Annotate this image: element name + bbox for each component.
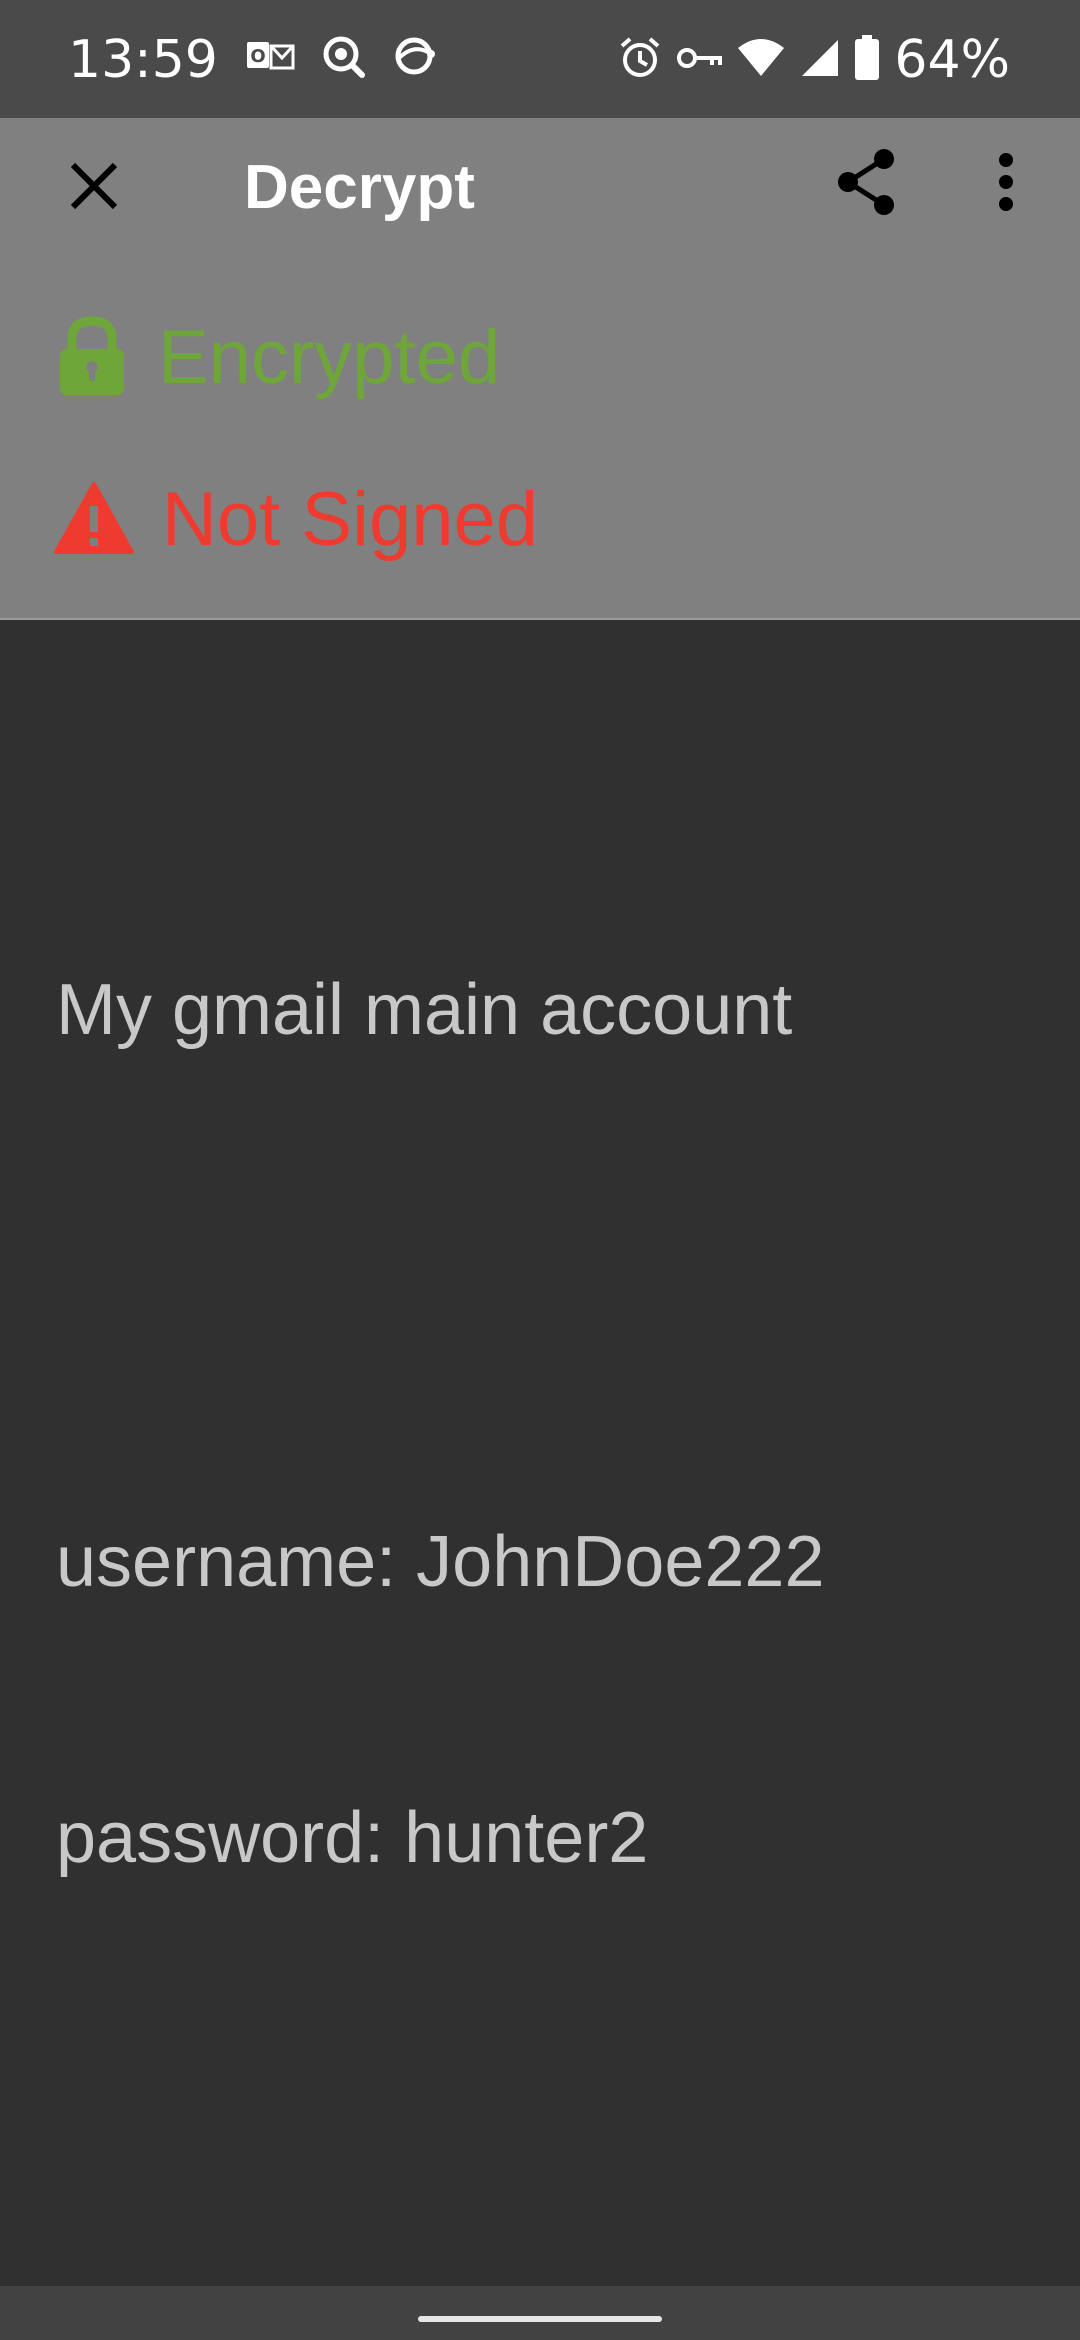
page-title: Decrypt (244, 153, 475, 222)
alarm-icon (618, 36, 662, 85)
status-time: 13:59 (68, 30, 218, 90)
cell-signal-icon (800, 38, 840, 83)
message-blank-line (56, 1240, 1026, 1332)
message-line: password: hunter2 (56, 1798, 649, 1878)
close-button[interactable] (52, 146, 136, 230)
battery-icon (854, 34, 880, 86)
wifi-icon (736, 38, 786, 83)
more-options-button[interactable] (960, 138, 1052, 230)
encryption-status: Encrypted (54, 313, 500, 403)
share-icon (834, 147, 898, 222)
message-line: My gmail main account (56, 970, 793, 1050)
more-vert-icon (996, 152, 1016, 217)
battery-percent: 64% (894, 30, 1010, 90)
encryption-status-label: Encrypted (158, 315, 501, 400)
status-bar: 13:59 O 64% (0, 0, 1080, 118)
signature-status: Not Signed (54, 475, 538, 565)
home-gesture-handle[interactable] (418, 2316, 662, 2322)
signature-status-label: Not Signed (162, 477, 539, 562)
lock-icon (54, 315, 130, 402)
decrypt-header: Decrypt Encrypted Not Signed (0, 118, 1080, 620)
sync-notification-icon (391, 34, 437, 83)
share-button[interactable] (820, 138, 912, 230)
decrypted-message: My gmail main account username: JohnDoe2… (56, 780, 1026, 1976)
warning-icon (54, 480, 134, 561)
svg-text:O: O (250, 46, 265, 67)
close-icon (69, 161, 119, 216)
vpn-key-icon (676, 43, 723, 78)
search-notification-icon (321, 34, 365, 83)
system-icons: 64% (618, 28, 1010, 92)
outlook-icon: O (245, 36, 295, 81)
message-line: username: JohnDoe222 (56, 1522, 825, 1602)
notification-icons: O (245, 34, 437, 83)
navigation-bar (0, 2286, 1080, 2340)
